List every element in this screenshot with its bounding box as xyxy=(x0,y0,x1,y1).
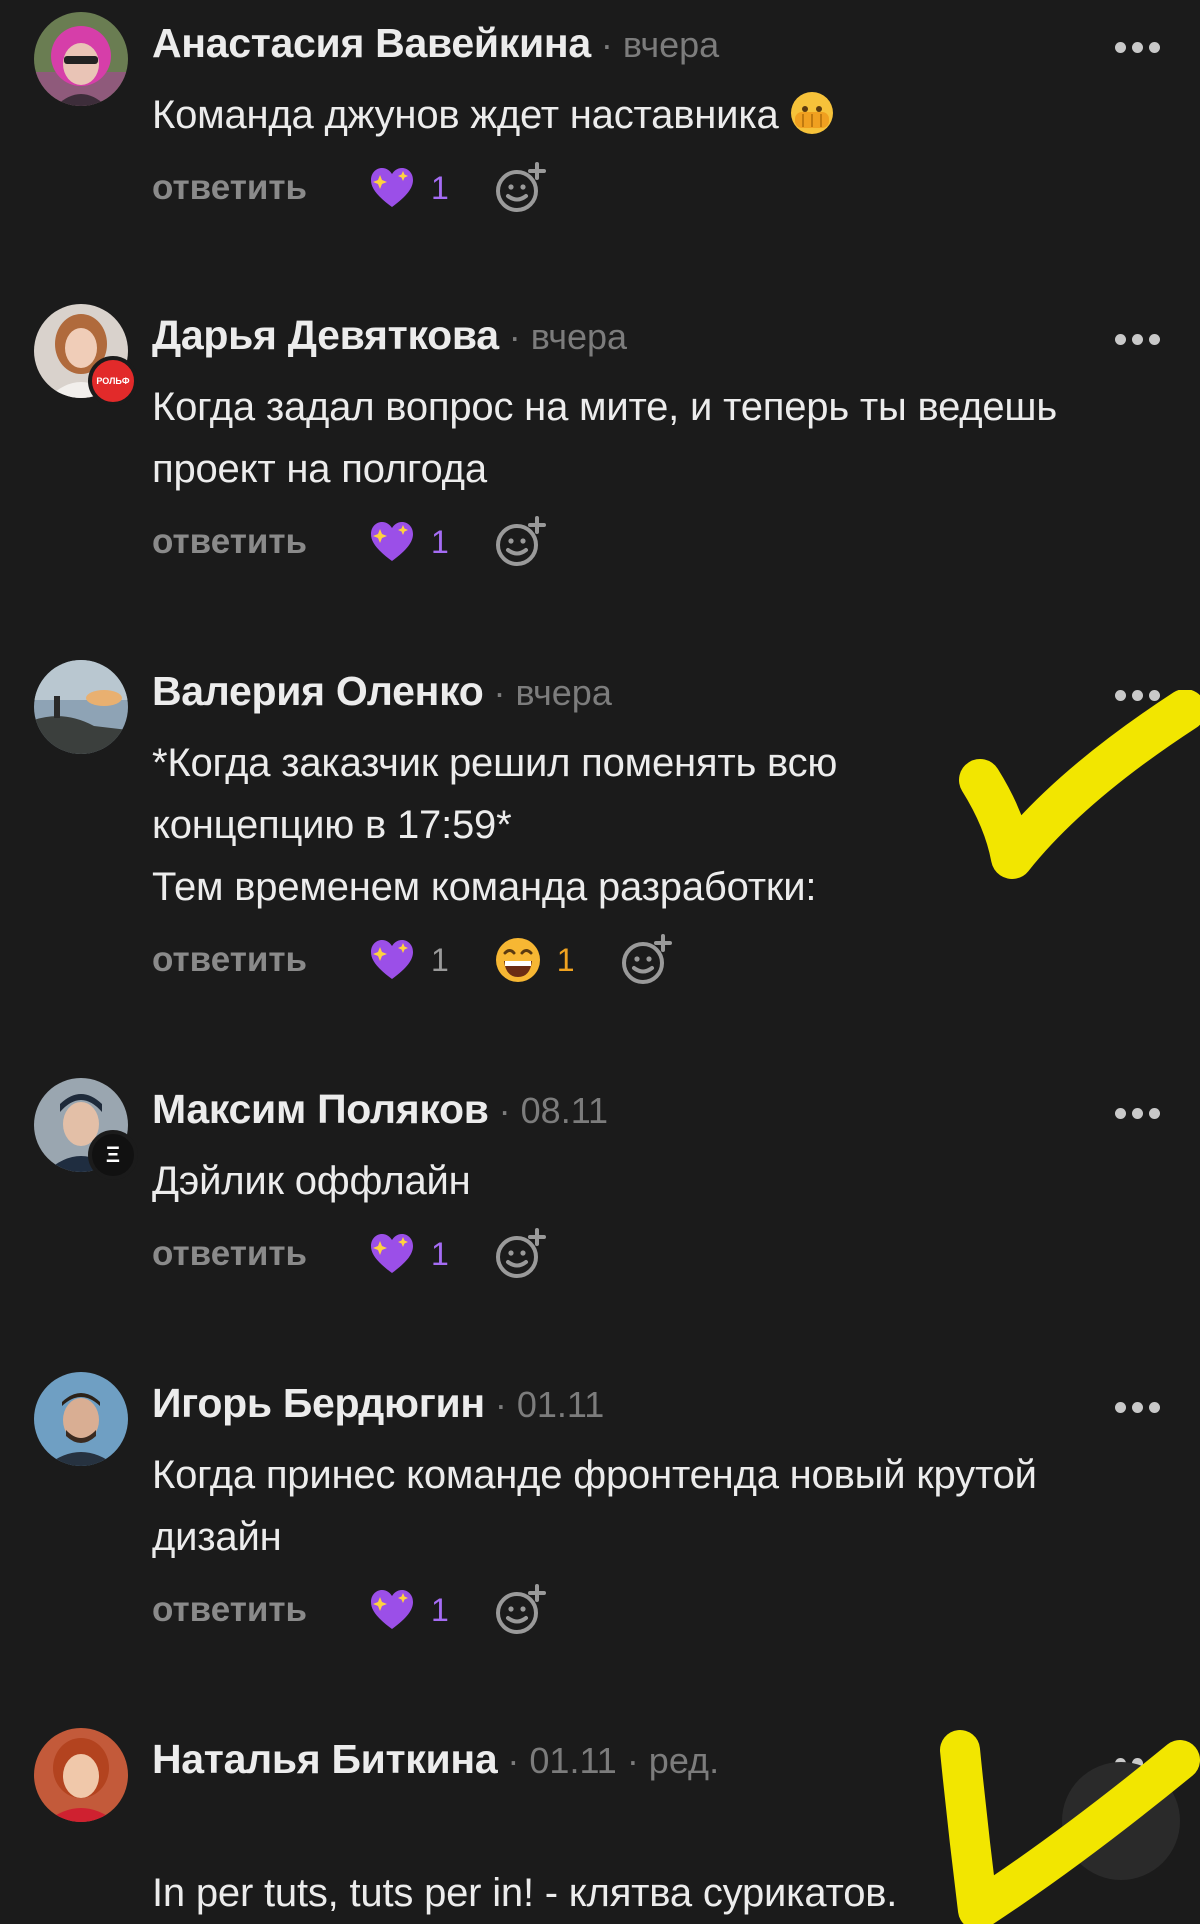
company-badge: РОЛЬФ xyxy=(88,356,138,406)
check-icon xyxy=(1106,1809,1136,1833)
comment-actions: ответить 1 xyxy=(152,1224,547,1284)
reply-button[interactable]: ответить xyxy=(152,522,367,562)
comment-line: дизайн xyxy=(152,1515,282,1559)
author-name[interactable]: Наталья Биткина xyxy=(152,1736,498,1783)
comment-text: In per tuts, tuts per in! - клятва сурик… xyxy=(152,1800,1162,1924)
comment-line: проект на полгода xyxy=(152,447,487,491)
reaction-heart[interactable]: 1 xyxy=(367,935,449,985)
comment-text: *Когда заказчик решил поменять всю конце… xyxy=(152,732,1162,918)
comment-header: Игорь Бердюгин · 01.11 xyxy=(152,1380,604,1440)
reaction-count: 1 xyxy=(431,1235,449,1272)
comment-header: Максим Поляков · 08.11 xyxy=(152,1086,608,1146)
author-name[interactable]: Игорь Бердюгин xyxy=(152,1380,485,1427)
comment-header: Дарья Девяткова · вчера xyxy=(152,312,627,372)
grinning-face-icon xyxy=(495,938,540,982)
more-options-icon[interactable] xyxy=(1115,334,1160,345)
avatar[interactable] xyxy=(34,1372,128,1466)
comment-date: · вчера xyxy=(508,316,628,357)
reaction-heart[interactable]: 1 xyxy=(367,1229,449,1279)
comment-actions: ответить 1 xyxy=(152,1580,547,1640)
comment-actions: ответить 1 1 xyxy=(152,930,673,990)
reaction-heart[interactable]: 1 xyxy=(367,517,449,567)
reply-button[interactable]: ответить xyxy=(152,940,367,980)
reaction-grin[interactable]: 1 xyxy=(493,935,575,985)
scroll-down-button[interactable] xyxy=(1062,1762,1180,1880)
comment-text: Команда джунов ждет наставника xyxy=(152,84,1162,146)
sparkling-heart-icon xyxy=(371,940,413,979)
add-reaction-icon[interactable] xyxy=(493,515,547,569)
author-name[interactable]: Валерия Оленко xyxy=(152,668,484,715)
more-options-icon[interactable] xyxy=(1115,1108,1160,1119)
comment-line: *Когда заказчик решил поменять всю xyxy=(152,741,838,785)
comment-date: · вчера xyxy=(600,24,720,65)
reaction-count: 1 xyxy=(431,523,449,560)
comment-line: Команда джунов ждет наставника xyxy=(152,93,779,137)
comment-line: Тем временем команда разработки: xyxy=(152,865,817,909)
comment-date: · 08.11 xyxy=(498,1090,609,1131)
add-reaction-icon[interactable] xyxy=(619,933,673,987)
company-badge: Ξ xyxy=(88,1130,138,1180)
comment-text: Когда принес команде фронтенда новый кру… xyxy=(152,1444,1162,1568)
comment-line: концепцию в 17:59* xyxy=(152,803,512,847)
avatar[interactable] xyxy=(34,660,128,754)
reply-button[interactable]: ответить xyxy=(152,1234,367,1274)
comment-line: Дэйлик оффлайн xyxy=(152,1159,471,1203)
reaction-heart[interactable]: 1 xyxy=(367,163,449,213)
sparkling-heart-icon xyxy=(371,522,413,561)
avatar[interactable] xyxy=(34,1728,128,1822)
comment-actions: ответить 1 xyxy=(152,512,547,572)
add-reaction-icon[interactable] xyxy=(493,1227,547,1281)
comment-text: Когда задал вопрос на мите, и теперь ты … xyxy=(152,376,1162,500)
author-name[interactable]: Дарья Девяткова xyxy=(152,312,499,359)
comment-header: Анастасия Вавейкина · вчера xyxy=(152,20,719,80)
add-reaction-icon[interactable] xyxy=(493,161,547,215)
comment-actions: ответить 1 xyxy=(152,158,547,218)
comment-date: · 01.11 · ред. xyxy=(507,1740,720,1781)
comment-header: Наталья Биткина · 01.11 · ред. xyxy=(152,1736,719,1796)
comment-line: In per tuts, tuts per in! - клятва сурик… xyxy=(152,1871,898,1915)
avatar[interactable] xyxy=(34,12,128,106)
sparkling-heart-icon xyxy=(371,1590,413,1629)
comment-line: Когда задал вопрос на мите, и теперь ты … xyxy=(152,385,1057,429)
author-name[interactable]: Максим Поляков xyxy=(152,1086,489,1133)
sparkling-heart-icon xyxy=(371,1234,413,1273)
sparkling-heart-icon xyxy=(371,168,413,207)
reaction-count: 1 xyxy=(431,169,449,206)
more-options-icon[interactable] xyxy=(1115,1402,1160,1413)
comment-line xyxy=(152,1800,1162,1862)
comment-text: Дэйлик оффлайн xyxy=(152,1150,1162,1212)
author-name[interactable]: Анастасия Вавейкина xyxy=(152,20,591,67)
peeking-face-emoji xyxy=(790,92,833,134)
comment-date: · 01.11 xyxy=(494,1384,605,1425)
reaction-count: 1 xyxy=(556,941,575,978)
more-options-icon[interactable] xyxy=(1115,690,1160,701)
reply-button[interactable]: ответить xyxy=(152,1590,367,1630)
comment-line: Когда принес команде фронтенда новый кру… xyxy=(152,1453,1037,1497)
reaction-count: 1 xyxy=(431,1591,449,1628)
comment-header: Валерия Оленко · вчера xyxy=(152,668,612,728)
add-reaction-icon[interactable] xyxy=(493,1583,547,1637)
more-options-icon[interactable] xyxy=(1115,42,1160,53)
reaction-count: 1 xyxy=(431,941,449,978)
comment-date: · вчера xyxy=(493,672,612,713)
reply-button[interactable]: ответить xyxy=(152,168,367,208)
reaction-heart[interactable]: 1 xyxy=(367,1585,449,1635)
